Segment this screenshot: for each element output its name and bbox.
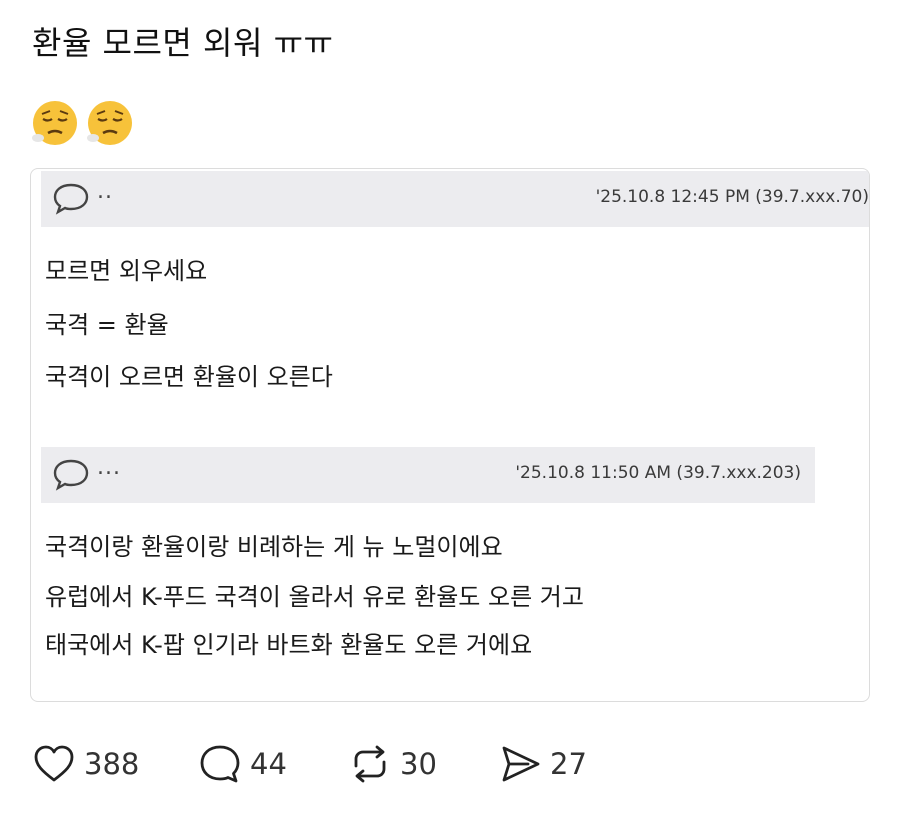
comment-count: 44 (250, 747, 287, 781)
comment-meta-bar: .. '25.10.8 12:45 PM (39.7.xxx.70) (41, 171, 869, 227)
repost-icon (354, 745, 386, 783)
like-button[interactable]: 388 (32, 740, 139, 788)
comment-line: 국격이 오르면 환율이 오른다 (45, 363, 333, 391)
repost-count: 30 (400, 747, 437, 781)
post-title: 환율 모르면 외워 ㅠㅠ (32, 24, 334, 62)
share-button[interactable]: 27 (498, 740, 587, 788)
comment-line: 국격 = 환율 (45, 311, 169, 339)
speech-bubble-icon (53, 459, 89, 491)
speech-bubble-icon (200, 745, 240, 783)
share-count: 27 (550, 747, 587, 781)
tired-face-emoji (87, 101, 133, 145)
reply-line: 태국에서 K-팝 인기라 바트화 환율도 오른 거에요 (45, 631, 533, 659)
speech-bubble-icon (53, 183, 89, 215)
reply-line: 유럽에서 K-푸드 국격이 올라서 유로 환율도 오른 거고 (45, 583, 584, 611)
like-count: 388 (84, 747, 140, 781)
quoted-screenshot-card: .. '25.10.8 12:45 PM (39.7.xxx.70) 모르면 외… (30, 168, 870, 702)
comment-dots: .. (97, 179, 113, 204)
heart-icon (34, 745, 74, 782)
repost-button[interactable]: 30 (348, 740, 437, 788)
comment-timestamp: '25.10.8 12:45 PM (39.7.xxx.70) (595, 187, 869, 207)
reply-timestamp: '25.10.8 11:50 AM (39.7.xxx.203) (515, 463, 801, 483)
reply-dots: ... (97, 455, 121, 480)
emoji-row (30, 98, 135, 150)
comment-button[interactable]: 44 (198, 740, 287, 788)
comment-line: 모르면 외우세요 (45, 257, 208, 285)
reply-line: 국격이랑 환율이랑 비례하는 게 뉴 노멀이에요 (45, 533, 503, 561)
send-icon (502, 746, 540, 782)
reply-meta-bar: ... '25.10.8 11:50 AM (39.7.xxx.203) (41, 447, 815, 503)
tired-face-emoji (32, 101, 77, 145)
